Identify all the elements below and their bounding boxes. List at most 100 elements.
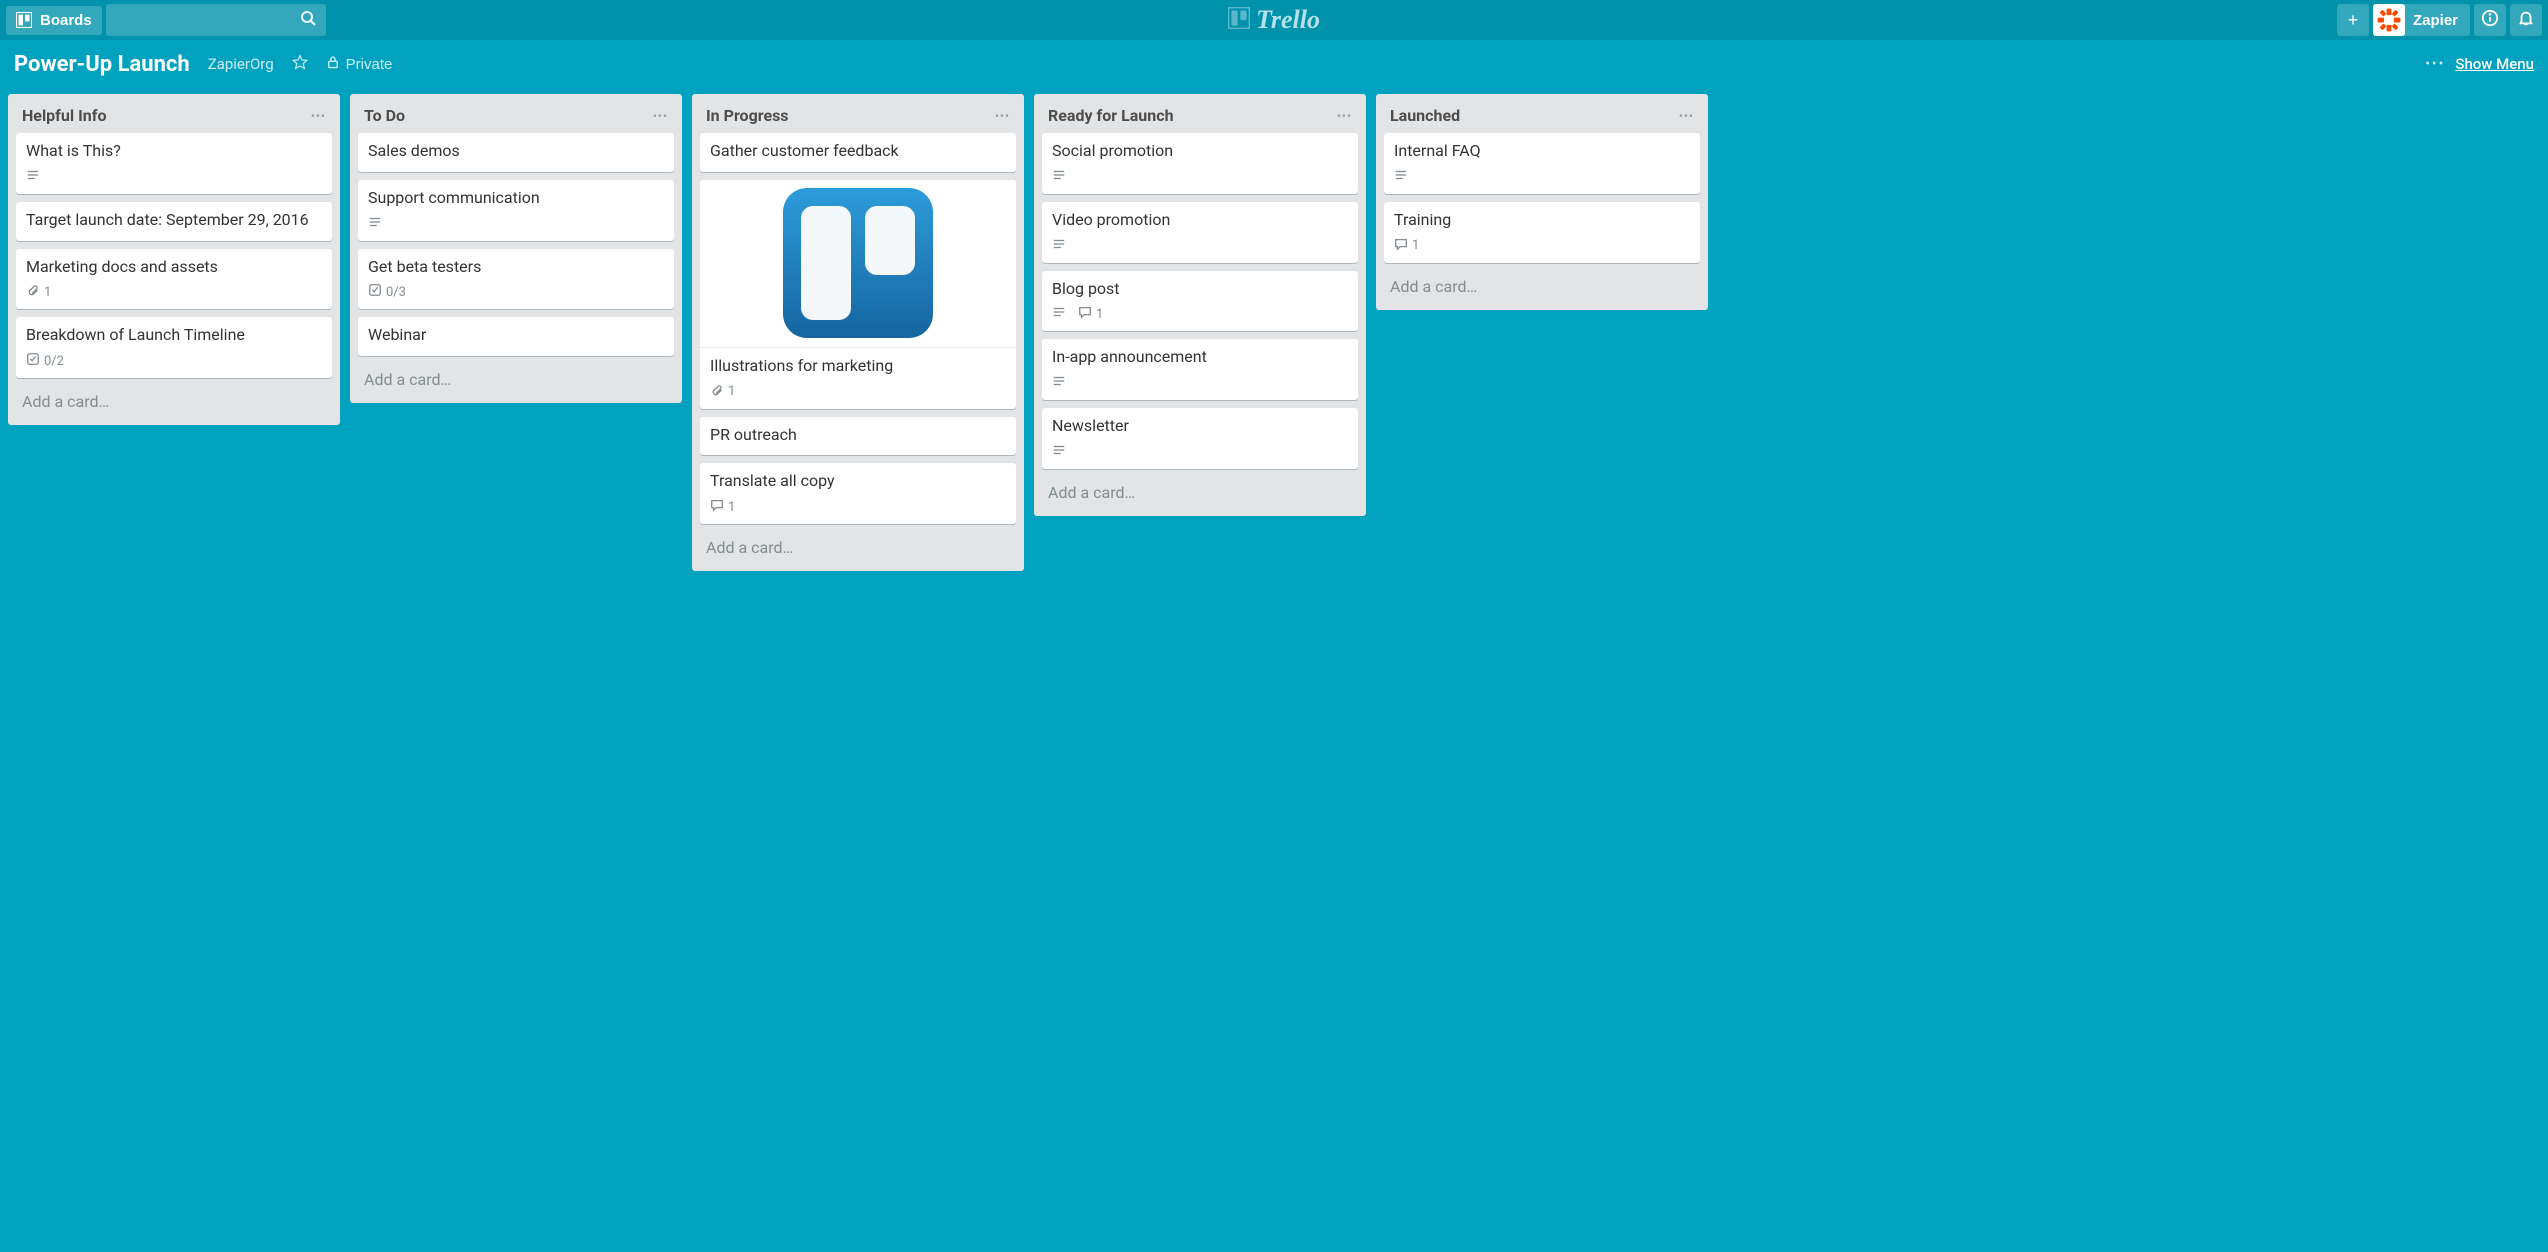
card[interactable]: Illustrations for marketing1 bbox=[700, 180, 1016, 409]
list: Ready for Launch ••• Social promotion Video… bbox=[1034, 94, 1366, 516]
description-badge bbox=[1052, 443, 1066, 461]
attachment-icon bbox=[26, 283, 40, 301]
info-icon bbox=[2481, 9, 2499, 32]
board-org[interactable]: ZapierOrg bbox=[208, 55, 274, 73]
board-canvas[interactable]: Helpful Info ••• What is This? Target launc… bbox=[0, 88, 2548, 1252]
show-menu-button[interactable]: Show Menu bbox=[2455, 55, 2534, 73]
card-title: Webinar bbox=[368, 325, 664, 346]
card-cover bbox=[700, 180, 1016, 348]
card[interactable]: Newsletter bbox=[1042, 408, 1358, 469]
list-title[interactable]: To Do bbox=[364, 106, 405, 125]
global-header: Boards Trello + Zapier bbox=[0, 0, 2548, 40]
list-menu-button[interactable]: ••• bbox=[653, 109, 668, 123]
description-badge bbox=[1394, 168, 1408, 186]
ellipsis-icon: ••• bbox=[2425, 56, 2445, 72]
header-left: Boards bbox=[6, 4, 326, 36]
list-menu-button[interactable]: ••• bbox=[1337, 109, 1352, 123]
add-card-button[interactable]: Add a card… bbox=[16, 386, 332, 417]
comment-badge: 1 bbox=[1078, 305, 1103, 323]
card-badges bbox=[1394, 168, 1690, 186]
info-button[interactable] bbox=[2474, 4, 2506, 36]
description-badge bbox=[1052, 237, 1066, 255]
card[interactable]: Internal FAQ bbox=[1384, 133, 1700, 194]
trello-app-icon bbox=[783, 188, 933, 338]
description-badge bbox=[26, 168, 40, 186]
add-card-button[interactable]: Add a card… bbox=[1042, 477, 1358, 508]
attachment-count: 1 bbox=[44, 285, 51, 300]
add-card-button[interactable]: Add a card… bbox=[700, 532, 1016, 563]
attachment-count: 1 bbox=[728, 384, 735, 399]
card[interactable]: Marketing docs and assets1 bbox=[16, 249, 332, 310]
card[interactable]: Webinar bbox=[358, 317, 674, 356]
checklist-badge: 0/2 bbox=[26, 352, 64, 370]
card[interactable]: Translate all copy1 bbox=[700, 463, 1016, 524]
list-header: Launched ••• bbox=[1384, 102, 1700, 125]
card[interactable]: Breakdown of Launch Timeline0/2 bbox=[16, 317, 332, 378]
attachment-badge: 1 bbox=[710, 383, 735, 401]
create-button[interactable]: + bbox=[2337, 4, 2369, 36]
card[interactable]: Target launch date: September 29, 2016 bbox=[16, 202, 332, 241]
list-header: Helpful Info ••• bbox=[16, 102, 332, 125]
card-title: PR outreach bbox=[710, 425, 1006, 446]
list-title[interactable]: In Progress bbox=[706, 106, 789, 125]
search-icon bbox=[300, 10, 316, 30]
list-menu-button[interactable]: ••• bbox=[995, 109, 1010, 123]
add-card-button[interactable]: Add a card… bbox=[358, 364, 674, 395]
attachment-icon bbox=[710, 383, 724, 401]
lock-icon bbox=[326, 55, 340, 73]
card-title: Translate all copy bbox=[710, 471, 1006, 492]
star-icon bbox=[292, 54, 308, 74]
card[interactable]: Get beta testers 0/3 bbox=[358, 249, 674, 310]
card[interactable]: What is This? bbox=[16, 133, 332, 194]
list-header: Ready for Launch ••• bbox=[1042, 102, 1358, 125]
board-bar-right: ••• Show Menu bbox=[2425, 55, 2534, 73]
visibility-label: Private bbox=[346, 56, 393, 73]
list-title[interactable]: Helpful Info bbox=[22, 106, 106, 125]
description-badge bbox=[1052, 168, 1066, 186]
board-header: Power-Up Launch ZapierOrg Private ••• Sh… bbox=[0, 40, 2548, 88]
comment-icon bbox=[1394, 237, 1408, 255]
plus-icon: + bbox=[2348, 10, 2359, 31]
description-icon bbox=[368, 215, 382, 233]
checklist-count: 0/2 bbox=[44, 354, 64, 369]
card[interactable]: Gather customer feedback bbox=[700, 133, 1016, 172]
visibility-button[interactable]: Private bbox=[326, 55, 393, 73]
card-badges bbox=[368, 215, 664, 233]
card[interactable]: PR outreach bbox=[700, 417, 1016, 456]
boards-button[interactable]: Boards bbox=[6, 6, 102, 35]
list-title[interactable]: Ready for Launch bbox=[1048, 106, 1174, 125]
card[interactable]: Sales demos bbox=[358, 133, 674, 172]
search-input[interactable] bbox=[106, 4, 326, 36]
add-card-button[interactable]: Add a card… bbox=[1384, 271, 1700, 302]
list-menu-button[interactable]: ••• bbox=[1679, 109, 1694, 123]
card[interactable]: Support communication bbox=[358, 180, 674, 241]
list-menu-button[interactable]: ••• bbox=[311, 109, 326, 123]
trello-logo[interactable]: Trello bbox=[1228, 5, 1320, 35]
description-icon bbox=[1052, 374, 1066, 392]
board-name[interactable]: Power-Up Launch bbox=[14, 52, 190, 77]
list-header: In Progress ••• bbox=[700, 102, 1016, 125]
card-title: What is This? bbox=[26, 141, 322, 162]
card[interactable]: Video promotion bbox=[1042, 202, 1358, 263]
card-badges: 1 bbox=[26, 283, 322, 301]
card[interactable]: In-app announcement bbox=[1042, 339, 1358, 400]
card-badges: 0/2 bbox=[26, 352, 322, 370]
star-button[interactable] bbox=[292, 54, 308, 74]
attachment-badge: 1 bbox=[26, 283, 51, 301]
card[interactable]: Social promotion bbox=[1042, 133, 1358, 194]
notifications-button[interactable] bbox=[2510, 4, 2542, 36]
card[interactable]: Training1 bbox=[1384, 202, 1700, 263]
card-title: Sales demos bbox=[368, 141, 664, 162]
description-badge bbox=[368, 215, 382, 233]
list-title[interactable]: Launched bbox=[1390, 106, 1460, 125]
user-menu[interactable]: Zapier bbox=[2373, 4, 2470, 36]
checklist-icon bbox=[368, 283, 382, 301]
card[interactable]: Blog post1 bbox=[1042, 271, 1358, 332]
list: To Do ••• Sales demos Support communication… bbox=[350, 94, 682, 403]
list: In Progress ••• Gather customer feedback Il… bbox=[692, 94, 1024, 571]
card-title: Newsletter bbox=[1052, 416, 1348, 437]
description-icon bbox=[1052, 305, 1066, 323]
description-badge bbox=[1052, 305, 1066, 323]
checklist-badge: 0/3 bbox=[368, 283, 406, 301]
card-title: Get beta testers bbox=[368, 257, 664, 278]
